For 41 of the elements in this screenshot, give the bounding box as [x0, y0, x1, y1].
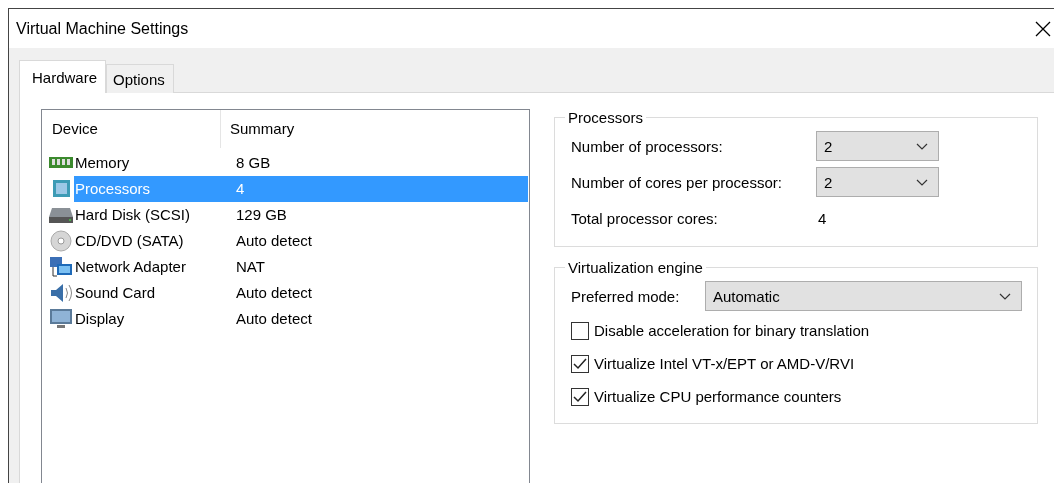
checkbox[interactable] [571, 387, 589, 406]
device-summary[interactable]: 129 GB [226, 202, 528, 228]
field-label: Preferred mode: [571, 287, 681, 305]
device-name[interactable]: Memory [74, 150, 226, 176]
tab[interactable]: Hardware [19, 60, 107, 93]
chevron-icon [916, 178, 928, 186]
column-header[interactable]: Summary [220, 110, 529, 148]
dropdown[interactable]: Automatic [705, 281, 1022, 311]
chevron-icon [916, 142, 928, 150]
checkbox-label: Disable acceleration for binary translation [594, 322, 870, 339]
device-name[interactable]: Display [74, 306, 226, 332]
disc-icon [48, 230, 74, 252]
device-name[interactable]: Hard Disk (SCSI) [74, 202, 226, 228]
device-summary[interactable]: Auto detect [226, 306, 528, 332]
field-label: Total processor cores: [571, 209, 719, 227]
speaker-icon [48, 282, 74, 304]
field-label: Number of cores per processor: [571, 173, 783, 191]
device-name[interactable]: Sound Card [74, 280, 226, 306]
checkbox[interactable] [571, 321, 589, 340]
device-summary[interactable]: Auto detect [226, 280, 528, 306]
field-value: 4 [817, 209, 827, 227]
dropdown[interactable]: 2 [816, 167, 939, 197]
group-title: Processors [567, 109, 645, 126]
field-label: Number of processors: [571, 137, 724, 155]
checkbox-label: Virtualize CPU performance counters [594, 388, 842, 405]
device-summary[interactable]: NAT [226, 254, 528, 280]
device-name[interactable]: CD/DVD (SATA) [74, 228, 226, 254]
chevron-icon [999, 292, 1011, 300]
checkbox-label: Virtualize Intel VT-x/EPT or AMD-V/RVI [594, 355, 855, 372]
monitor-icon [48, 308, 74, 330]
device-summary[interactable]: Auto detect [226, 228, 528, 254]
column-header[interactable]: Device [42, 110, 220, 148]
close-icon[interactable] [1035, 20, 1051, 37]
window-title: Virtual Machine Settings [16, 19, 189, 38]
device-summary[interactable]: 8 GB [226, 150, 528, 176]
tab[interactable]: Options [106, 64, 174, 93]
dropdown[interactable]: 2 [816, 131, 939, 161]
network-icon [48, 256, 74, 278]
group-title: Virtualization engine [567, 259, 704, 276]
checkbox[interactable] [571, 354, 589, 373]
device-name[interactable]: Network Adapter [74, 254, 226, 280]
